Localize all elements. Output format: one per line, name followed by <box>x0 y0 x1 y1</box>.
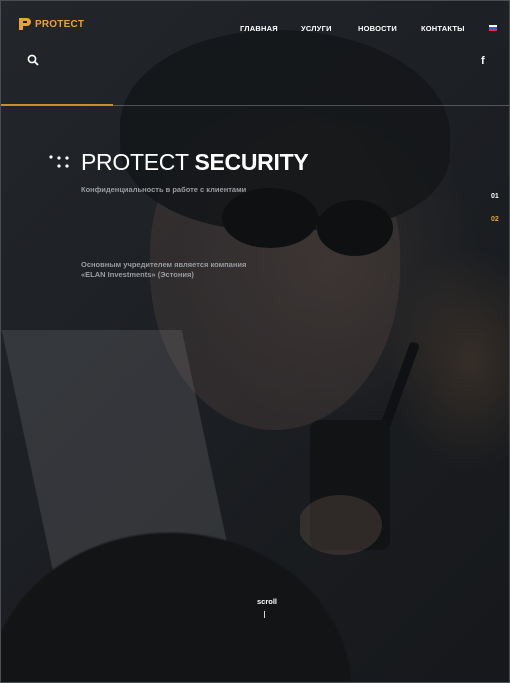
hero-title: PROTECT SECURITY <box>81 149 309 176</box>
nav-item-news[interactable]: НОВОСТИ <box>358 24 397 33</box>
hero-subtitle: Конфиденциальность в работе с клиентами <box>81 185 247 194</box>
search-icon[interactable] <box>27 54 39 66</box>
slide-indicator-02[interactable]: 02 <box>491 216 499 223</box>
nav-item-services[interactable]: УСЛУГИ <box>301 24 332 33</box>
nav-item-contacts[interactable]: КОНТАКТЫ <box>421 24 465 33</box>
russian-flag-icon[interactable] <box>489 25 497 31</box>
hero-title-bold: SECURITY <box>194 149 309 175</box>
dark-overlay <box>0 0 510 683</box>
slide-indicator-01[interactable]: 01 <box>491 193 499 200</box>
nav-item-home[interactable]: ГЛАВНАЯ <box>240 24 278 33</box>
dots-icon <box>49 155 69 168</box>
scroll-indicator-line <box>264 611 265 618</box>
facebook-icon[interactable]: f <box>481 55 485 67</box>
scroll-label[interactable]: scroll <box>257 597 277 606</box>
hero-description: Основным учредителем является компания «… <box>81 260 247 279</box>
main-nav: ГЛАВНАЯ УСЛУГИ НОВОСТИ КОНТАКТЫ <box>0 24 510 36</box>
hero-page: PROTECT ГЛАВНАЯ УСЛУГИ НОВОСТИ КОНТАКТЫ … <box>0 0 510 683</box>
header-divider-accent <box>0 104 113 106</box>
hero-title-light: PROTECT <box>81 149 189 175</box>
